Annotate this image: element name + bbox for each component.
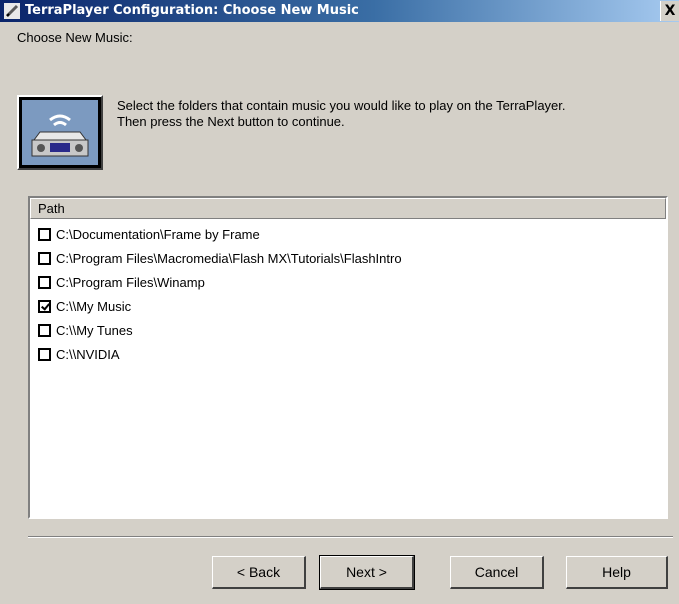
folder-path: C:\\NVIDIA — [56, 346, 120, 362]
list-item[interactable]: C:\Program Files\Winamp — [30, 270, 666, 294]
list-item[interactable]: C:\Documentation\Frame by Frame — [30, 222, 666, 246]
folder-checkbox[interactable] — [38, 299, 51, 313]
pencil-icon — [4, 3, 20, 19]
folder-path: C:\\My Music — [56, 298, 132, 314]
next-button[interactable]: Next > — [319, 555, 415, 590]
list-item[interactable]: C:\\My Tunes — [30, 318, 666, 342]
close-button[interactable]: X — [660, 1, 679, 21]
list-item[interactable]: C:\\NVIDIA — [30, 342, 666, 366]
folder-list[interactable]: Path C:\Documentation\Frame by Frame C:\… — [28, 196, 668, 519]
wireless-player-icon — [22, 100, 98, 165]
path-column-header[interactable]: Path — [30, 198, 666, 219]
folder-checkbox[interactable] — [38, 251, 51, 265]
folder-checkbox[interactable] — [38, 323, 51, 337]
window-title: TerraPlayer Configuration: Choose New Mu… — [25, 3, 359, 18]
button-divider — [28, 536, 673, 538]
instructions: Select the folders that contain music yo… — [117, 98, 662, 130]
folder-checkbox[interactable] — [38, 227, 51, 241]
folder-path: C:\Program Files\Winamp — [56, 274, 205, 290]
title-bar[interactable]: TerraPlayer Configuration: Choose New Mu… — [0, 0, 679, 22]
instruction-line-2: Then press the Next button to continue. — [117, 114, 345, 129]
instruction-line-1: Select the folders that contain music yo… — [117, 98, 566, 113]
help-button[interactable]: Help — [566, 556, 668, 589]
folder-checkbox[interactable] — [38, 275, 51, 289]
cancel-button[interactable]: Cancel — [450, 556, 544, 589]
folder-path: C:\Program Files\Macromedia\Flash MX\Tut… — [56, 250, 402, 266]
back-button[interactable]: < Back — [212, 556, 306, 589]
section-label: Choose New Music: — [17, 30, 133, 45]
list-item[interactable]: C:\\My Music — [30, 294, 666, 318]
folder-rows: C:\Documentation\Frame by Frame C:\Progr… — [30, 219, 666, 366]
list-item[interactable]: C:\Program Files\Macromedia\Flash MX\Tut… — [30, 246, 666, 270]
folder-path: C:\\My Tunes — [56, 322, 133, 338]
folder-checkbox[interactable] — [38, 347, 51, 361]
folder-path: C:\Documentation\Frame by Frame — [56, 226, 260, 242]
app-icon-frame — [17, 95, 103, 170]
